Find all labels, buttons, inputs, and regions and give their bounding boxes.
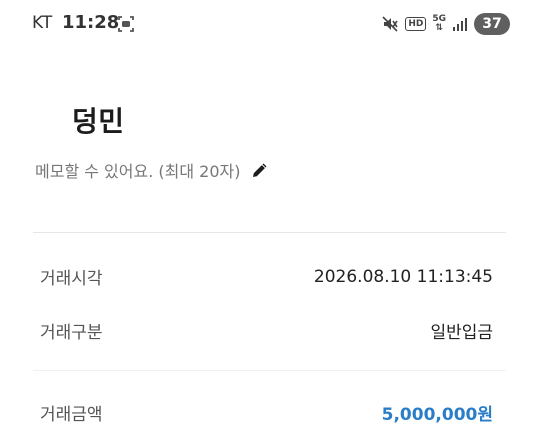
amount-value: 5,000,000원 (381, 405, 493, 425)
detail-label: 거래구분 (40, 323, 103, 343)
detail-value: 2026.08.10 11:13:45 (313, 266, 493, 287)
detail-row-amount: 거래금액 5,000,000원 (40, 400, 493, 425)
network-type-label: 5G (432, 14, 446, 24)
divider (33, 370, 506, 371)
signal-icon (453, 18, 467, 31)
pencil-icon[interactable] (250, 160, 270, 180)
carrier-label: KT (32, 13, 53, 33)
clock: 11:28 (62, 12, 120, 33)
memo-row[interactable]: 메모할 수 있어요. (최대 20자) (35, 158, 270, 182)
divider (33, 232, 506, 233)
hd-voice-badge: HD (405, 17, 427, 31)
memo-placeholder: 메모할 수 있어요. (최대 20자) (35, 162, 241, 181)
battery-badge: 37 (474, 13, 510, 35)
detail-label: 거래금액 (40, 405, 103, 425)
detail-row-type: 거래구분 일반입금 (40, 318, 493, 343)
detail-row-time: 거래시각 2026.08.10 11:13:45 (40, 264, 493, 290)
network-type-badge: 5G ⇅ (432, 14, 446, 33)
screen-record-icon (118, 16, 134, 32)
detail-label: 거래시각 (40, 269, 103, 289)
status-bar: KT 11:28 HD 5G ⇅ 37 (0, 0, 540, 48)
mute-icon (382, 16, 398, 32)
account-holder-name: 덩민 (72, 105, 125, 138)
name-mask (64, 105, 72, 133)
detail-value: 일반입금 (430, 323, 493, 343)
